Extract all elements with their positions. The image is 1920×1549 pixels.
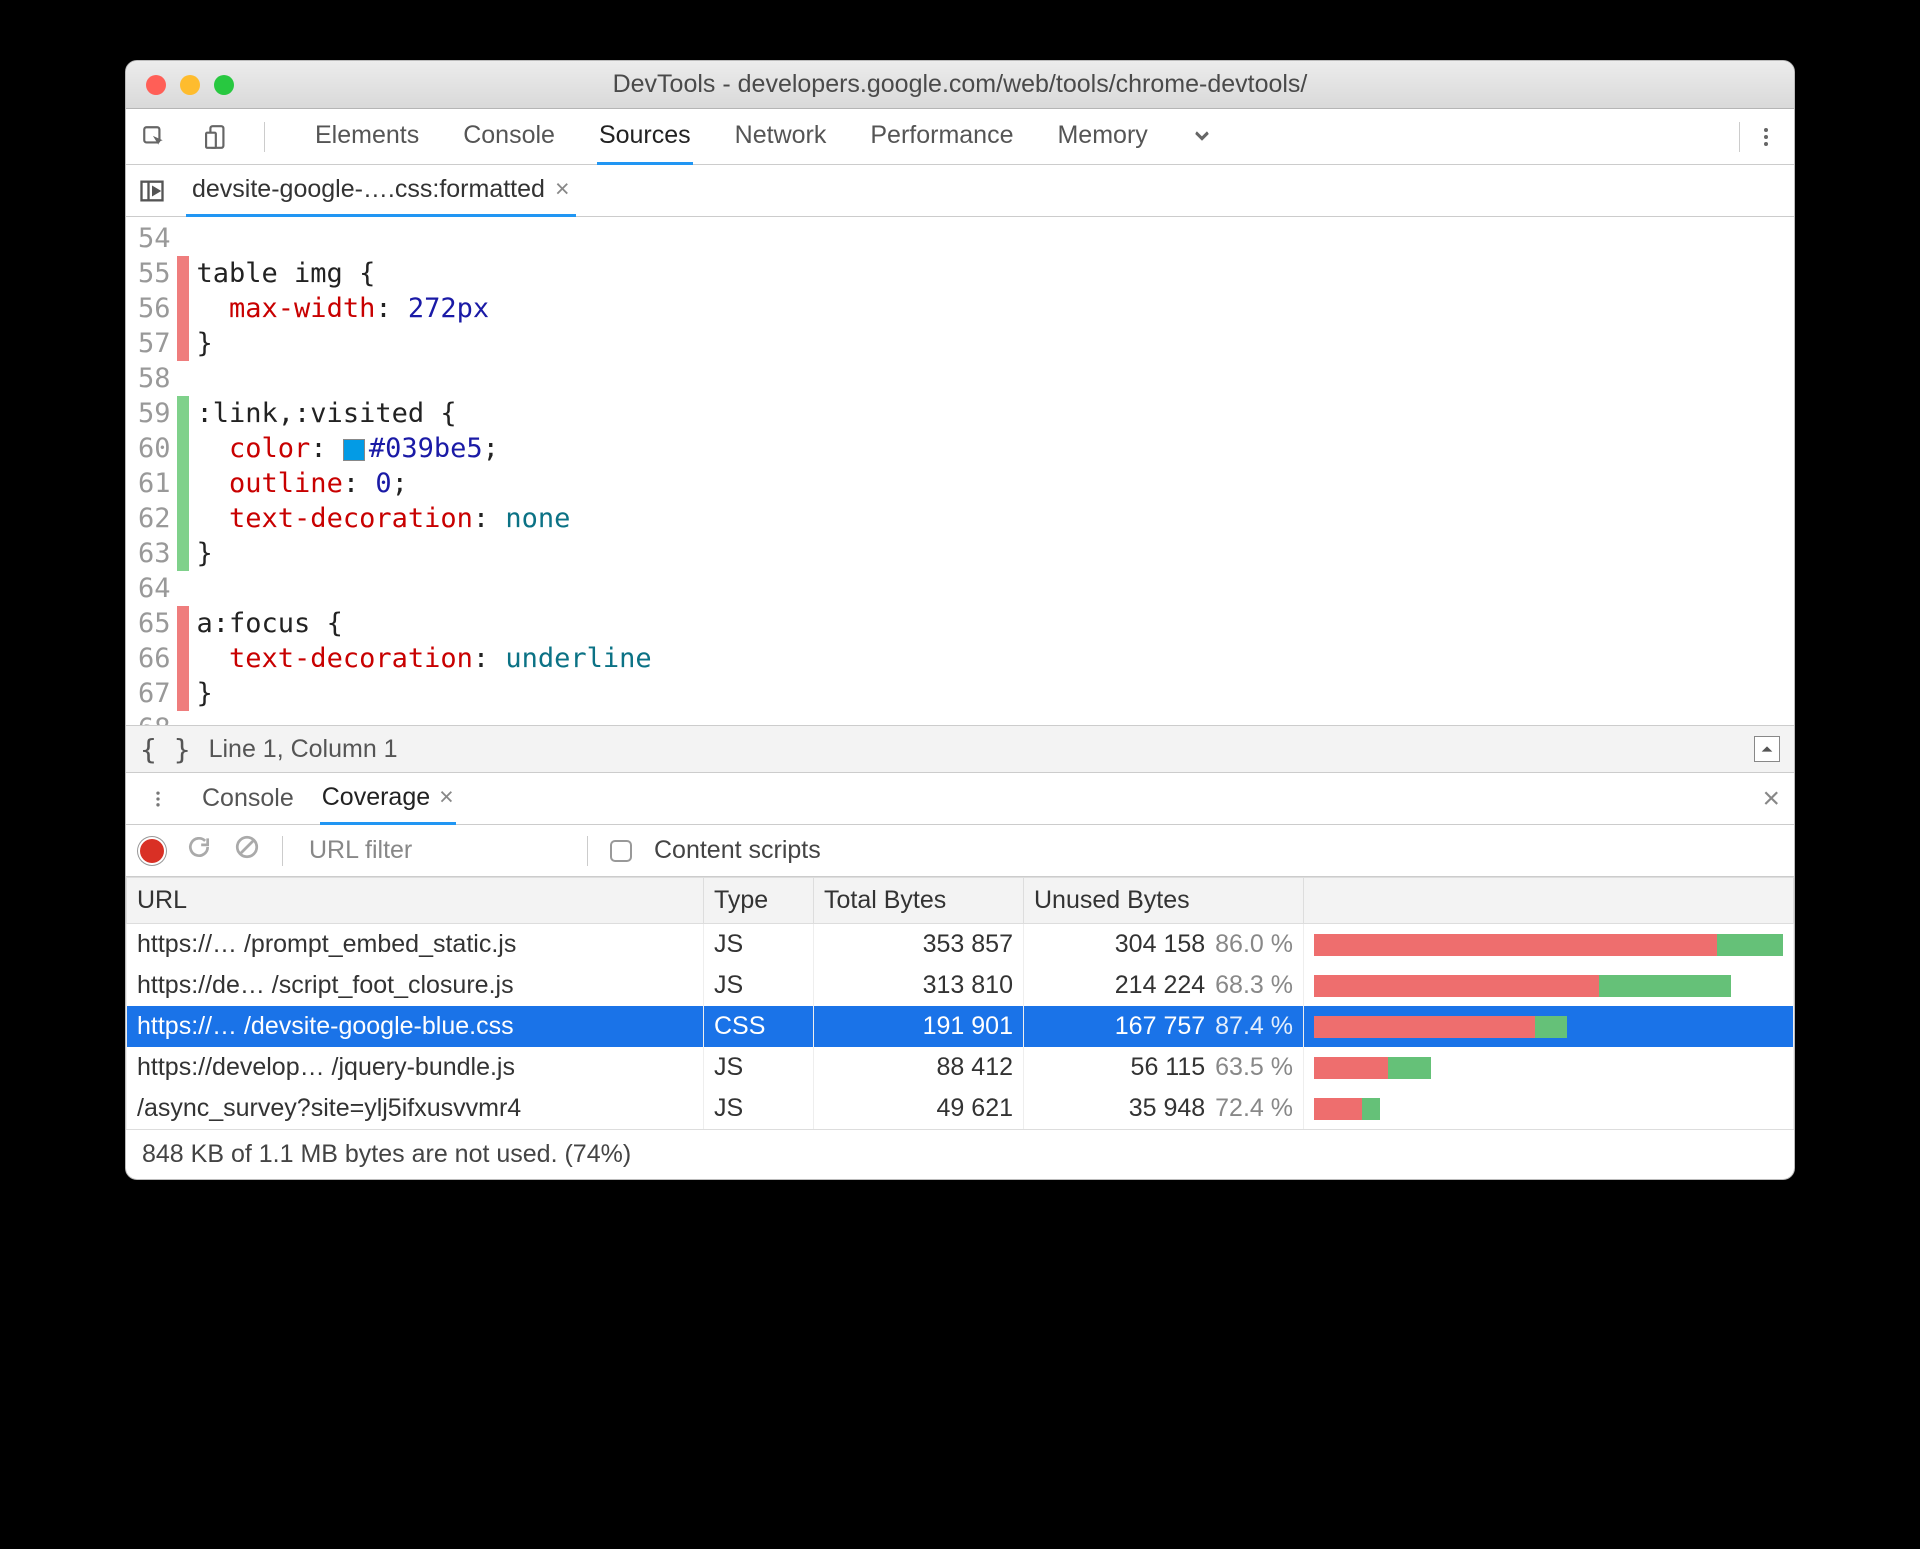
col-unused[interactable]: Unused Bytes [1024, 878, 1304, 924]
tab-elements[interactable]: Elements [313, 109, 421, 165]
tab-memory[interactable]: Memory [1055, 109, 1149, 165]
col-total[interactable]: Total Bytes [814, 878, 1024, 924]
window-minimize-button[interactable] [180, 75, 200, 95]
cell-url: https://de… /script_foot_closure.js [127, 965, 704, 1006]
tab-console[interactable]: Console [461, 109, 557, 165]
code-editor[interactable]: 545556575859606162636465666768 table img… [126, 217, 1794, 725]
coverage-toolbar: URL filter Content scripts [126, 825, 1794, 877]
tab-network[interactable]: Network [733, 109, 829, 165]
cell-unused: 35 94872.4 % [1024, 1088, 1304, 1129]
separator [264, 122, 265, 152]
cell-total: 88 412 [814, 1047, 1024, 1088]
col-type[interactable]: Type [704, 878, 814, 924]
cell-bar [1304, 1088, 1794, 1129]
drawer-tab-console[interactable]: Console [200, 774, 296, 823]
cell-total: 191 901 [814, 1006, 1024, 1047]
cell-unused: 56 11563.5 % [1024, 1047, 1304, 1088]
cursor-position: Line 1, Column 1 [209, 735, 398, 764]
window-zoom-button[interactable] [214, 75, 234, 95]
cell-type: JS [704, 1088, 814, 1129]
cell-type: JS [704, 924, 814, 966]
record-button-icon[interactable] [140, 839, 164, 863]
close-drawer-tab-icon[interactable]: × [439, 783, 454, 811]
cell-type: JS [704, 1047, 814, 1088]
content-scripts-label: Content scripts [654, 836, 821, 865]
url-filter-input[interactable]: URL filter [305, 834, 565, 867]
coverage-row[interactable]: https://de… /script_foot_closure.jsJS313… [127, 965, 1794, 1006]
col-bar[interactable] [1304, 878, 1794, 924]
tab-performance[interactable]: Performance [868, 109, 1015, 165]
separator [282, 836, 283, 866]
cell-url: https://… /devsite-google-blue.css [127, 1006, 704, 1047]
device-toolbar-icon[interactable] [200, 119, 236, 155]
close-file-tab-icon[interactable]: × [555, 175, 570, 204]
file-tab-label: devsite-google-….css:formatted [192, 175, 545, 204]
content-scripts-checkbox[interactable] [610, 840, 632, 862]
devtools-window: DevTools - developers.google.com/web/too… [125, 60, 1795, 1180]
window-close-button[interactable] [146, 75, 166, 95]
cell-bar [1304, 924, 1794, 966]
inspect-element-icon[interactable] [136, 119, 172, 155]
separator [587, 836, 588, 866]
cell-total: 313 810 [814, 965, 1024, 1006]
cell-bar [1304, 1006, 1794, 1047]
code-content[interactable]: table img { max-width: 272px} :link,:vis… [189, 217, 652, 725]
kebab-menu-icon[interactable] [140, 781, 176, 817]
coverage-summary: 848 KB of 1.1 MB bytes are not used. (74… [126, 1129, 1794, 1179]
cell-type: CSS [704, 1006, 814, 1047]
cell-unused: 167 75787.4 % [1024, 1006, 1304, 1047]
separator [1739, 122, 1740, 152]
main-tabs-bar: Elements Console Sources Network Performance… [126, 109, 1794, 165]
file-tab[interactable]: devsite-google-….css:formatted × [186, 165, 576, 217]
cell-unused: 304 15886.0 % [1024, 924, 1304, 966]
pretty-print-icon[interactable]: { } [140, 733, 191, 766]
traffic-lights [126, 75, 234, 95]
reload-icon[interactable] [186, 834, 212, 867]
drawer-tab-coverage[interactable]: Coverage × [320, 773, 456, 825]
coverage-row[interactable]: /async_survey?site=ylj5ifxusvvmr4JS49 62… [127, 1088, 1794, 1129]
coverage-table: URL Type Total Bytes Unused Bytes https:… [126, 877, 1794, 1129]
coverage-row[interactable]: https://… /prompt_embed_static.jsJS353 8… [127, 924, 1794, 966]
coverage-row[interactable]: https://develop… /jquery-bundle.jsJS88 4… [127, 1047, 1794, 1088]
window-titlebar: DevTools - developers.google.com/web/too… [126, 61, 1794, 109]
cell-unused: 214 22468.3 % [1024, 965, 1304, 1006]
cell-bar [1304, 1047, 1794, 1088]
navigator-toggle-icon[interactable] [134, 173, 170, 209]
coverage-gutter [177, 217, 189, 725]
file-tabs-bar: devsite-google-….css:formatted × [126, 165, 1794, 217]
close-drawer-icon[interactable]: × [1762, 782, 1780, 816]
cell-type: JS [704, 965, 814, 1006]
line-number-gutter: 545556575859606162636465666768 [126, 217, 177, 725]
window-title: DevTools - developers.google.com/web/too… [126, 70, 1794, 99]
cell-total: 353 857 [814, 924, 1024, 966]
coverage-row[interactable]: https://… /devsite-google-blue.cssCSS191… [127, 1006, 1794, 1047]
toggle-drawer-icon[interactable] [1754, 736, 1780, 762]
kebab-menu-icon[interactable] [1748, 119, 1784, 155]
clear-icon[interactable] [234, 834, 260, 867]
cell-url: /async_survey?site=ylj5ifxusvvmr4 [127, 1088, 704, 1129]
col-url[interactable]: URL [127, 878, 704, 924]
editor-statusbar: { } Line 1, Column 1 [126, 725, 1794, 773]
cell-url: https://develop… /jquery-bundle.js [127, 1047, 704, 1088]
tab-sources[interactable]: Sources [597, 109, 693, 165]
cell-url: https://… /prompt_embed_static.js [127, 924, 704, 966]
cell-bar [1304, 965, 1794, 1006]
drawer-tabs-bar: Console Coverage × × [126, 773, 1794, 825]
more-tabs-icon[interactable] [1184, 119, 1220, 155]
cell-total: 49 621 [814, 1088, 1024, 1129]
